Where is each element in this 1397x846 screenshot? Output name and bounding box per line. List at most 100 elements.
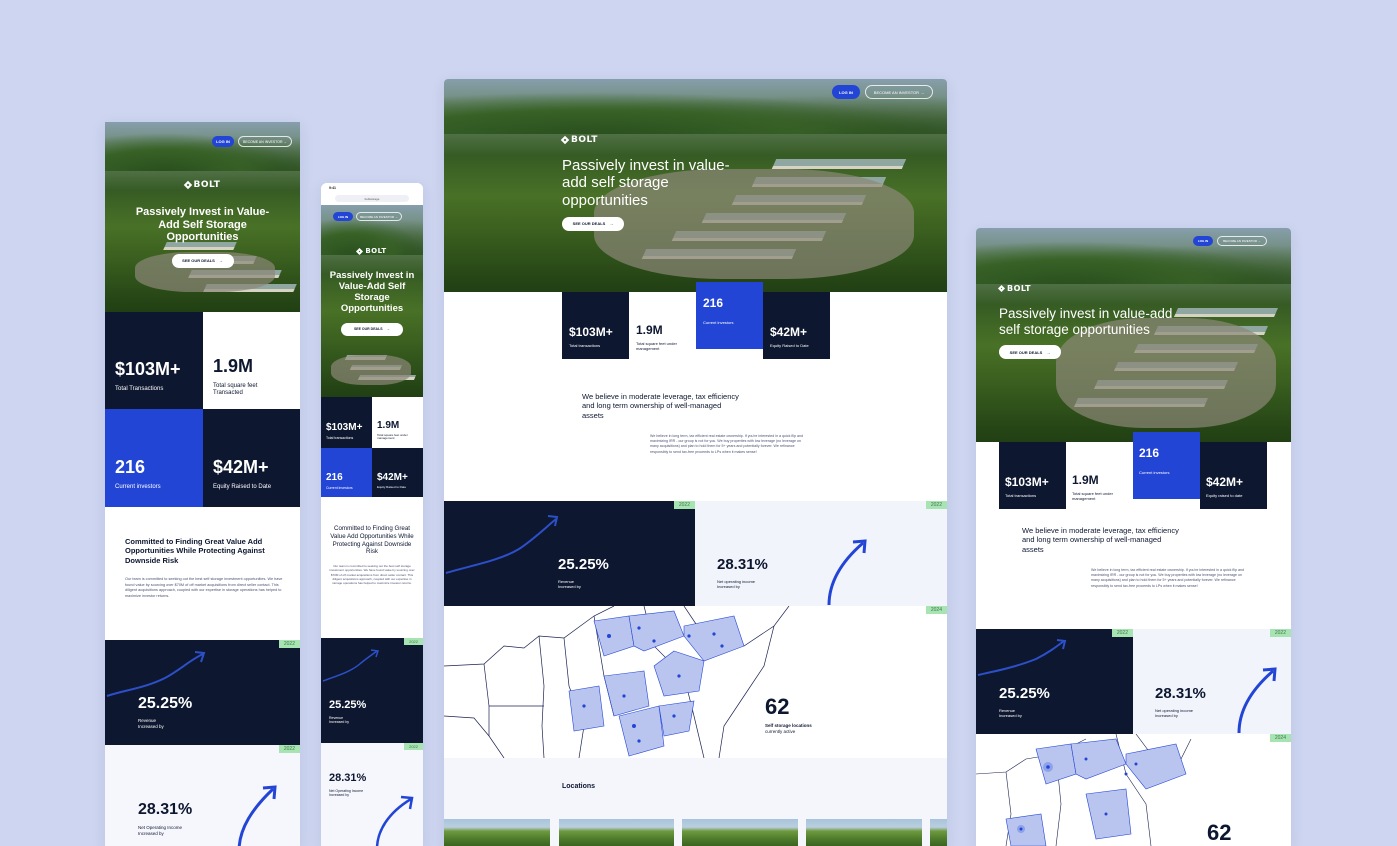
stat-current-investors: 216 Current investors — [696, 282, 763, 349]
us-map-graphic — [444, 606, 790, 758]
see-deals-label: SEE OUR DEALS — [353, 327, 383, 332]
stat-label: Total transactions — [1005, 493, 1037, 499]
arrow-right-icon: → — [218, 258, 223, 264]
stat-value: 216 — [1139, 445, 1160, 460]
metric-caption: Revenue Increased by — [558, 579, 581, 589]
stat-total-transactions: $103M+ Total transactions — [321, 397, 372, 448]
revenue-metric: 2022 25.25% Revenue Increased by — [444, 501, 695, 606]
revenue-metric: 2022 25.25% Revenue Increased by — [976, 629, 1133, 734]
metric-value: 28.31% — [138, 801, 193, 818]
login-button[interactable]: LOG IN — [832, 85, 860, 99]
become-investor-label: BECOME AN INVESTOR — [242, 139, 283, 144]
stat-label: Total transactions — [569, 343, 601, 349]
brand-logo: BOLT — [321, 247, 423, 255]
growth-arrow-icon — [827, 539, 867, 606]
location-thumbnail[interactable] — [682, 819, 798, 846]
hero-section: LOG IN BECOME AN INVESTOR → BOLT Passive… — [105, 122, 300, 312]
metric-value: 25.25% — [558, 556, 609, 573]
mobile-mockup-left: LOG IN BECOME AN INVESTOR → BOLT Passive… — [105, 122, 300, 846]
see-deals-button[interactable]: SEE OUR DEALS → — [341, 322, 403, 336]
login-button[interactable]: LOG IN — [333, 212, 353, 221]
locations-section: Locations — [444, 758, 947, 846]
growth-arrow-icon — [977, 639, 1067, 676]
metric-sub: Increased by — [329, 793, 350, 798]
stat-value: $103M+ — [115, 358, 181, 379]
commitment-section: Committed to Finding Great Value Add Opp… — [329, 525, 415, 586]
become-investor-button[interactable]: BECOME AN INVESTOR → — [356, 212, 402, 221]
stat-label: Total square feet Transacted — [213, 382, 258, 396]
become-investor-button[interactable]: BECOME AN INVESTOR → — [1217, 236, 1267, 246]
metric-caption: Revenue Increased by — [999, 708, 1022, 718]
address-bar[interactable]: boltstorage — [335, 195, 409, 202]
stat-label: Total transactions — [326, 435, 354, 440]
year-badge: 2024 — [925, 606, 947, 614]
stat-label: Total Transactions — [115, 385, 164, 392]
metric-value: 28.31% — [329, 772, 367, 784]
stat-current-investors: 216 Current investors — [1133, 432, 1200, 499]
belief-body-block: We believe in long term, tax efficient r… — [1091, 568, 1245, 589]
growth-arrow-icon — [322, 649, 379, 682]
login-button[interactable]: LOG IN — [1193, 236, 1213, 246]
year-badge: 2024 — [1269, 734, 1291, 742]
login-button[interactable]: LOG IN — [212, 136, 234, 147]
arrow-right-icon: → — [386, 327, 391, 332]
belief-section: We believe in moderate leverage, tax eff… — [1022, 526, 1182, 554]
stat-square-feet: 1.9M Total square feet under management — [629, 292, 696, 359]
metric-value: 62 — [1207, 820, 1232, 845]
metric-caption: Net operating income Increased by — [717, 579, 755, 589]
brand-name: BOLT — [1007, 284, 1032, 293]
metric-caption: Net operating income Increased by — [1155, 708, 1193, 718]
metric-sub: Increased by — [999, 713, 1022, 718]
stat-value: 216 — [326, 471, 343, 483]
revenue-metric: 2022 25.25% Revenue Increased by — [105, 640, 300, 745]
metric-sub: currently active — [765, 728, 796, 734]
stat-label: Equity Raised to Date — [213, 483, 272, 490]
metric-sub: Increased by — [717, 584, 740, 589]
hero-title: Passively invest in value-add self stora… — [562, 157, 730, 209]
brand-name: BOLT — [571, 135, 598, 145]
arrow-right-icon: → — [920, 89, 925, 95]
brand-logo: BOLT — [105, 180, 300, 190]
stat-equity-raised: $42M+ Equity Raised to Date — [203, 409, 300, 507]
stat-value: $103M+ — [1005, 475, 1049, 490]
year-badge: 2022 — [404, 638, 423, 645]
locations-map: 2024 62 — [976, 734, 1291, 846]
see-deals-button[interactable]: SEE OUR DEALS → — [171, 253, 234, 268]
noi-metric: 2022 28.31% Net Operating Income Increase… — [321, 743, 423, 846]
stat-equity-raised: $42M+ Equity Raised to Date — [372, 448, 423, 497]
commitment-body: Our team is committed to seeking out the… — [125, 577, 283, 598]
become-investor-button[interactable]: BECOME AN INVESTOR → — [865, 85, 933, 99]
see-deals-button[interactable]: SEE OUR DEALS → — [999, 345, 1061, 360]
location-thumbnail[interactable] — [806, 819, 922, 846]
locations-title: Locations — [562, 783, 596, 790]
stat-label: Current investors — [115, 483, 161, 490]
year-badge: 2022 — [278, 745, 300, 753]
stat-label: Current investors — [326, 485, 353, 490]
metric-caption: Revenue Increased by — [138, 718, 164, 729]
noi-metric: 2022 28.31% Net operating income Increase… — [1133, 629, 1291, 734]
stat-value: $42M+ — [1206, 475, 1244, 490]
location-thumbnail[interactable] — [444, 819, 550, 846]
become-investor-label: BECOME AN INVESTOR — [1223, 239, 1258, 243]
year-badge: 2022 — [1269, 629, 1291, 637]
metric-caption: Net Operating Income Increased by — [329, 789, 363, 798]
belief-body: We believe in long term, tax efficient r… — [650, 434, 803, 454]
hero-section: LOG IN BECOME AN INVESTOR → BOLT Passive… — [321, 205, 423, 397]
metric-sub: Increased by — [1155, 713, 1178, 718]
metric-sub: Increased by — [329, 720, 350, 725]
noi-metric: 2022 28.31% Net operating income Increase… — [695, 501, 947, 606]
see-deals-button[interactable]: SEE OUR DEALS → — [562, 216, 624, 231]
location-thumbnail[interactable] — [930, 819, 947, 846]
stat-value: 216 — [115, 456, 146, 477]
noi-metric: 2022 28.31% Net Operating Income Increase… — [105, 745, 300, 846]
phone-status-bar: 9:41 boltstorage — [321, 183, 423, 205]
stat-label: Total square feet under management — [1072, 491, 1113, 502]
become-investor-button[interactable]: BECOME AN INVESTOR → — [238, 136, 292, 147]
hero-title: Passively invest in value-add self stora… — [999, 306, 1173, 337]
stat-value: 1.9M — [1072, 473, 1099, 488]
stat-label: Total square feet under management — [636, 341, 677, 352]
location-thumbnail[interactable] — [559, 819, 674, 846]
metric-sub: Increased by — [138, 723, 164, 729]
stat-value: 1.9M — [213, 355, 254, 376]
arrow-right-icon: → — [394, 214, 398, 219]
